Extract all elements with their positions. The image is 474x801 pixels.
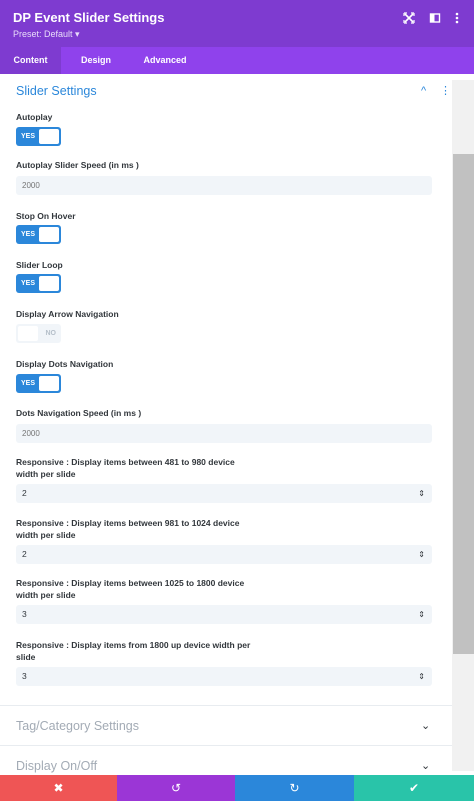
toggle-state: YES <box>21 380 36 387</box>
undo-button[interactable]: ↺ <box>117 775 235 801</box>
select-value: 3 <box>22 609 27 619</box>
settings-modal: DP Event Slider Settings Preset: Default… <box>0 0 474 801</box>
select-arrows-icon: ⇕ <box>418 489 425 498</box>
autoplay-label: Autoplay <box>16 112 53 122</box>
stop-on-hover-label: Stop On Hover <box>16 211 76 221</box>
label-line: width per slide <box>16 530 76 540</box>
stop-on-hover-toggle[interactable]: YES <box>16 225 61 244</box>
toggle-knob <box>39 276 59 291</box>
section-title: Tag/Category Settings <box>16 719 139 733</box>
select-arrows-icon: ⇕ <box>418 610 425 619</box>
section-more-icon[interactable]: ⋮ <box>440 84 451 97</box>
save-button[interactable]: ✔ <box>354 775 474 801</box>
more-vertical-icon[interactable] <box>450 11 464 25</box>
autoplay-speed-input[interactable] <box>16 176 432 195</box>
autoplay-toggle[interactable]: YES <box>16 127 61 146</box>
expand-icon[interactable] <box>402 11 416 25</box>
discard-button[interactable]: ✖ <box>0 775 117 801</box>
dots-navigation-label: Display Dots Navigation <box>16 359 114 369</box>
label-line: width per slide <box>16 590 76 600</box>
responsive-1800-select[interactable]: 3 ⇕ <box>16 667 432 686</box>
redo-button[interactable]: ↻ <box>235 775 354 801</box>
tab-advanced[interactable]: Advanced <box>134 47 196 74</box>
chevron-down-icon: ⌄ <box>421 760 431 772</box>
scrollbar-thumb[interactable] <box>453 154 474 654</box>
preset-label: Preset: Default <box>13 29 76 39</box>
label-line: Responsive : Display items from 1800 up … <box>16 640 251 650</box>
responsive-481-select[interactable]: 2 ⇕ <box>16 484 432 503</box>
tab-bar: Content Design Advanced <box>0 47 474 74</box>
dots-navigation-toggle[interactable]: YES <box>16 374 61 393</box>
section-title: Display On/Off <box>16 759 98 773</box>
toggle-state: YES <box>21 133 36 140</box>
dots-speed-input[interactable] <box>16 424 432 443</box>
select-value: 2 <box>22 549 27 559</box>
tab-content[interactable]: Content <box>0 47 61 74</box>
modal-title: DP Event Slider Settings <box>13 10 165 25</box>
responsive-1025-label: Responsive : Display items between 1025 … <box>16 577 244 601</box>
dots-speed-label: Dots Navigation Speed (in ms ) <box>16 408 142 418</box>
responsive-1800-label: Responsive : Display items from 1800 up … <box>16 639 250 663</box>
responsive-981-select[interactable]: 2 ⇕ <box>16 545 432 564</box>
close-icon: ✖ <box>53 781 64 795</box>
label-line: Responsive : Display items between 1025 … <box>16 578 245 588</box>
responsive-981-label: Responsive : Display items between 981 t… <box>16 517 239 541</box>
select-value: 2 <box>22 488 27 498</box>
modal-header: DP Event Slider Settings Preset: Default… <box>0 0 474 47</box>
toggle-knob <box>18 326 38 341</box>
toggle-knob <box>39 129 59 144</box>
toggle-state: NO <box>45 330 57 337</box>
chevron-down-icon: ⌄ <box>421 720 431 732</box>
label-line: Responsive : Display items between 481 t… <box>16 457 235 467</box>
arrow-navigation-label: Display Arrow Navigation <box>16 309 119 319</box>
slider-loop-toggle[interactable]: YES <box>16 274 61 293</box>
select-arrows-icon: ⇕ <box>418 550 425 559</box>
autoplay-speed-label: Autoplay Slider Speed (in ms ) <box>16 160 139 170</box>
arrow-navigation-toggle[interactable]: NO <box>16 324 61 343</box>
toggle-state: YES <box>21 231 36 238</box>
redo-icon: ↻ <box>289 781 300 795</box>
preset-selector[interactable]: Preset: Default ▾ <box>13 29 80 40</box>
select-value: 3 <box>22 671 27 681</box>
toggle-knob <box>39 227 59 242</box>
toggle-state: YES <box>21 280 36 287</box>
section-title-slider-settings[interactable]: Slider Settings <box>16 84 97 98</box>
tab-design[interactable]: Design <box>70 47 122 74</box>
toggle-knob <box>39 376 59 391</box>
label-line: slide <box>16 652 36 662</box>
responsive-1025-select[interactable]: 3 ⇕ <box>16 605 432 624</box>
responsive-481-label: Responsive : Display items between 481 t… <box>16 456 235 480</box>
select-arrows-icon: ⇕ <box>418 672 425 681</box>
chevron-down-icon: ▾ <box>75 29 80 39</box>
slider-loop-label: Slider Loop <box>16 260 63 270</box>
label-line: width per slide <box>16 469 76 479</box>
section-tag-category-settings[interactable]: Tag/Category Settings ⌄ <box>0 705 452 745</box>
chevron-up-icon[interactable]: ^ <box>421 85 426 97</box>
undo-icon: ↺ <box>170 781 182 795</box>
check-icon: ✔ <box>408 781 420 795</box>
footer-action-bar: ✖ ↺ ↻ ✔ <box>0 775 474 801</box>
split-view-icon[interactable] <box>428 11 442 25</box>
label-line: Responsive : Display items between 981 t… <box>16 518 240 528</box>
